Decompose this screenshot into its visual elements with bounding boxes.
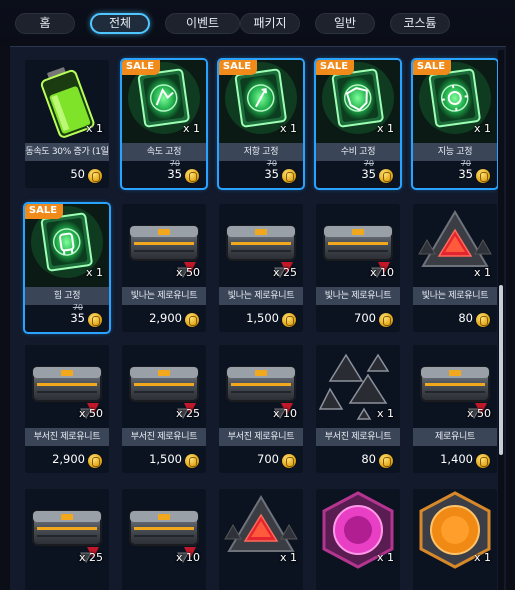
shop-item-card[interactable]: SALE x 1 속도 고정 70 35 xyxy=(120,58,208,190)
item-quantity: x 10 xyxy=(175,551,200,564)
item-quantity: x 1 xyxy=(279,122,297,135)
item-price: 1,500 xyxy=(246,311,279,325)
shop-item-card[interactable]: SALE x 1 지능 고정 70 35 xyxy=(411,58,499,190)
sale-badge: SALE xyxy=(316,60,354,75)
shop-item-card[interactable]: x 1 xyxy=(413,489,497,590)
item-name: 부서진 제로유니트 xyxy=(316,428,400,446)
coin-icon xyxy=(88,313,102,327)
shop-item-card[interactable]: x 1 xyxy=(316,489,400,590)
item-price: 2,900 xyxy=(149,311,182,325)
item-price: 35 xyxy=(167,167,182,181)
shop-item-card[interactable]: x 10 부서진 제로유니트 700 xyxy=(219,345,303,473)
item-quantity: x 1 xyxy=(473,266,491,279)
item-price: 35 xyxy=(70,311,85,325)
item-quantity: x 1 xyxy=(182,122,200,135)
shop-item-card[interactable]: x 1 동속도 30% 증가 (1일 50 xyxy=(25,60,109,188)
item-price: 1,400 xyxy=(440,452,473,466)
item-price: 80 xyxy=(361,452,376,466)
coin-icon xyxy=(282,454,296,468)
shop-item-card[interactable]: x 25 xyxy=(25,489,109,590)
shop-item-card[interactable]: SALE x 1 수비 고정 70 35 xyxy=(314,58,402,190)
shop-item-card[interactable]: x 10 xyxy=(122,489,206,590)
coin-icon xyxy=(476,313,490,327)
shop-item-card[interactable]: x 1 빛나는 제로유니트 80 xyxy=(413,204,497,332)
coin-icon xyxy=(282,313,296,327)
shop-item-card[interactable]: x 10 빛나는 제로유니트 700 xyxy=(316,204,400,332)
item-quantity: x 25 xyxy=(175,407,200,420)
sale-badge: SALE xyxy=(25,204,63,219)
item-price: 50 xyxy=(70,167,85,181)
item-quantity: x 1 xyxy=(376,551,394,564)
item-quantity: x 25 xyxy=(272,266,297,279)
item-quantity: x 50 xyxy=(78,407,103,420)
item-grid: x 1 동속도 30% 증가 (1일 50 SALE x 1 속도 고정 70 35 SAL… xyxy=(10,46,506,590)
sale-badge: SALE xyxy=(219,60,257,75)
item-quantity: x 50 xyxy=(466,407,491,420)
item-name: 부서진 제로유니트 xyxy=(219,428,303,446)
item-name: 빛나는 제로유니트 xyxy=(219,287,303,305)
shop-item-card[interactable]: x 25 부서진 제로유니트 1,500 xyxy=(122,345,206,473)
shop-item-card[interactable]: x 1 부서진 제로유니트 80 xyxy=(316,345,400,473)
coin-icon xyxy=(379,169,393,183)
item-name: 동속도 30% 증가 (1일 xyxy=(25,143,109,161)
coin-icon xyxy=(185,454,199,468)
coin-icon xyxy=(88,454,102,468)
item-name: 지능 고정 xyxy=(413,143,497,161)
item-price: 1,500 xyxy=(149,452,182,466)
item-quantity: x 25 xyxy=(78,551,103,564)
tab-package[interactable]: 패키지 xyxy=(240,13,300,34)
item-quantity: x 1 xyxy=(85,122,103,135)
coin-icon xyxy=(476,169,490,183)
item-name: 수비 고정 xyxy=(316,143,400,161)
coin-icon xyxy=(379,313,393,327)
category-tab-bar: 홈 전체 이벤트 패키지 일반 코스튬 xyxy=(0,0,515,46)
item-name: 빛나는 제로유니트 xyxy=(122,287,206,305)
item-price: 35 xyxy=(361,167,376,181)
shop-item-card[interactable]: x 25 빛나는 제로유니트 1,500 xyxy=(219,204,303,332)
shop-item-card[interactable]: SALE x 1 저항 고정 70 35 xyxy=(217,58,305,190)
tab-home[interactable]: 홈 xyxy=(15,13,75,34)
item-name: 부서진 제로유니트 xyxy=(122,428,206,446)
item-quantity: x 10 xyxy=(272,407,297,420)
sale-badge: SALE xyxy=(413,60,451,75)
shop-item-card[interactable]: x 1 xyxy=(219,489,303,590)
item-price: 35 xyxy=(458,167,473,181)
scrollbar-thumb[interactable] xyxy=(499,285,503,455)
item-name: 힘 고정 xyxy=(25,287,109,305)
item-name: 저항 고정 xyxy=(219,143,303,161)
item-quantity: x 1 xyxy=(279,551,297,564)
tab-event[interactable]: 이벤트 xyxy=(165,13,240,34)
shop-item-card[interactable]: x 50 제로유니트 1,400 xyxy=(413,345,497,473)
shop-item-card[interactable]: x 50 빛나는 제로유니트 2,900 xyxy=(122,204,206,332)
shop-item-card[interactable]: SALE x 1힘 고정 70 35 xyxy=(23,202,111,334)
tab-all[interactable]: 전체 xyxy=(90,13,150,34)
item-name: 부서진 제로유니트 xyxy=(25,428,109,446)
coin-icon xyxy=(379,454,393,468)
item-quantity: x 1 xyxy=(376,407,394,420)
item-name: 제로유니트 xyxy=(413,428,497,446)
item-price: 700 xyxy=(257,452,279,466)
coin-icon xyxy=(185,169,199,183)
item-name: 빛나는 제로유니트 xyxy=(316,287,400,305)
item-quantity: x 1 xyxy=(473,122,491,135)
item-name: 빛나는 제로유니트 xyxy=(413,287,497,305)
item-price: 35 xyxy=(264,167,279,181)
coin-icon xyxy=(282,169,296,183)
shop-item-card[interactable]: x 50 부서진 제로유니트 2,900 xyxy=(25,345,109,473)
tab-general[interactable]: 일반 xyxy=(315,13,375,34)
item-quantity: x 10 xyxy=(369,266,394,279)
coin-icon xyxy=(88,169,102,183)
item-quantity: x 1 xyxy=(376,122,394,135)
sale-badge: SALE xyxy=(122,60,160,75)
item-price: 80 xyxy=(458,311,473,325)
tab-costume[interactable]: 코스튬 xyxy=(390,13,450,34)
coin-icon xyxy=(185,313,199,327)
item-quantity: x 1 xyxy=(473,551,491,564)
item-quantity: x 1 xyxy=(85,266,103,279)
item-price: 700 xyxy=(354,311,376,325)
coin-icon xyxy=(476,454,490,468)
item-price: 2,900 xyxy=(52,452,85,466)
item-name: 속도 고정 xyxy=(122,143,206,161)
item-quantity: x 50 xyxy=(175,266,200,279)
